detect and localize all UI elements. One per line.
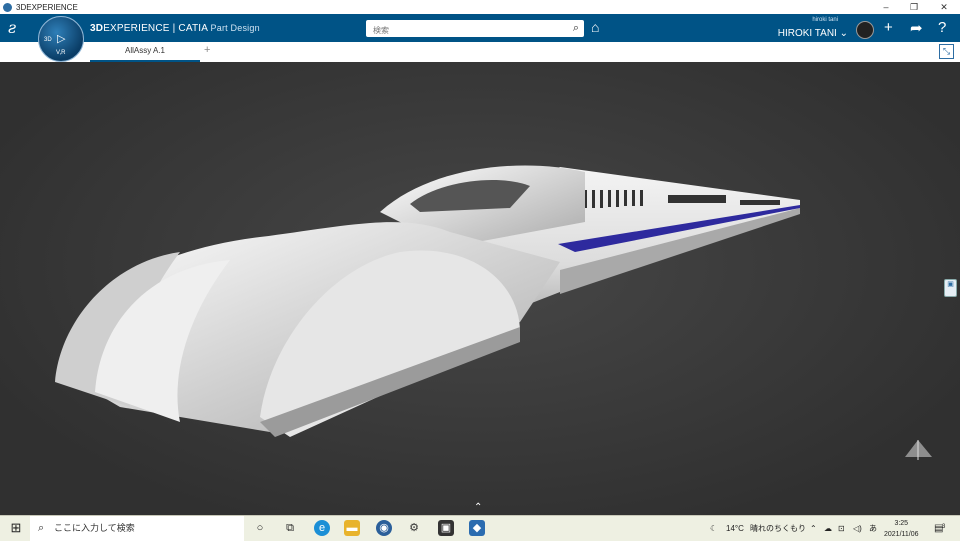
user-login: hiroki tani [812,17,838,23]
tab-bar: AllAssy A.1 + ⤡ [0,42,960,63]
compass-3d-label: 3D [44,37,52,43]
brand-main: EXPERIENCE | CATIA [103,23,208,34]
notification-count: 3 [942,524,946,530]
add-tab-button[interactable]: + [204,44,210,56]
cloud-icon[interactable]: ☁ [824,516,832,541]
task-view-icon[interactable]: ⧉ [282,520,298,536]
expand-toolbar-icon[interactable]: ⌃ [474,502,482,513]
weather-icon: ☾ [710,524,718,533]
axis-triad-icon[interactable] [905,440,932,460]
clock[interactable]: 3:25 2021/11/06 [884,518,919,540]
clock-date: 2021/11/06 [884,531,919,538]
top-bar: ƨ 3DEXPERIENCE | CATIA Part Design ⌕ ⌂ h… [0,14,960,42]
taskbar-search[interactable]: ⌕ ここに入力して検索 [30,516,244,541]
3dexperience-icon[interactable]: ◉ [376,520,392,536]
search-input[interactable] [371,22,565,39]
brand-app: Part Design [210,23,260,33]
search-box[interactable]: ⌕ [366,20,584,39]
windows-start-icon[interactable]: ⊞ [8,520,24,536]
app-icon-dark[interactable]: ▣ [438,520,454,536]
help-icon[interactable]: ? [938,19,946,36]
settings-icon[interactable]: ⚙ [406,520,422,536]
app-brand: 3DEXPERIENCE | CATIA Part Design [90,23,260,34]
search-icon[interactable]: ⌕ [573,22,579,35]
weather-desc[interactable]: 晴れのちくもり [750,516,806,541]
user-name[interactable]: HIROKI TANI ⌄ [778,28,848,39]
avatar[interactable] [856,21,874,39]
compass-widget[interactable]: 3D ▷ V,R [38,16,84,62]
ime-indicator[interactable]: あ [869,516,877,541]
tab-allassy[interactable]: AllAssy A.1 [90,42,200,62]
window-titlebar: 3DEXPERIENCE – ❐ ✕ [0,0,960,14]
3d-viewport[interactable]: ▣ ⌃ [0,62,960,515]
side-panel-handle-icon[interactable]: ▣ [944,279,957,297]
app-icon [3,2,12,12]
dassault-logo-icon[interactable]: ƨ [8,18,16,37]
search-icon: ⌕ [38,522,45,534]
add-icon[interactable]: + [884,19,893,36]
restore-button[interactable]: ❐ [900,0,928,14]
taskbar: ⊞ ⌕ ここに入力して検索 ○ ⧉ e ▬ ◉ ⚙ ▣ ◆ ☾ 14°C 晴れの… [0,515,960,541]
compass-vr-label: V,R [56,50,66,56]
clock-time: 3:25 [894,520,909,527]
train-model [55,165,932,460]
taskbar-search-text: ここに入力して検索 [54,523,135,533]
brand-prefix: 3D [90,23,104,34]
tag-icon[interactable]: ⌂ [591,19,599,35]
play-icon[interactable]: ▷ [57,32,65,45]
share-icon[interactable]: ➦ [910,19,923,37]
window-title: 3DEXPERIENCE [16,2,78,12]
minimize-button[interactable]: – [872,0,900,14]
cortana-icon[interactable]: ○ [252,520,268,536]
catia-icon[interactable]: ◆ [469,520,485,536]
close-button[interactable]: ✕ [930,0,958,14]
weather-temp[interactable]: 14°C [726,516,744,541]
file-explorer-icon[interactable]: ▬ [344,520,360,536]
fullscreen-icon[interactable]: ⤡ [939,44,954,59]
volume-icon[interactable]: ◁) [853,516,862,541]
edge-icon[interactable]: e [314,520,330,536]
network-icon[interactable]: ⊡ [838,516,845,541]
tray-chevron-icon[interactable]: ⌃ [810,516,817,541]
